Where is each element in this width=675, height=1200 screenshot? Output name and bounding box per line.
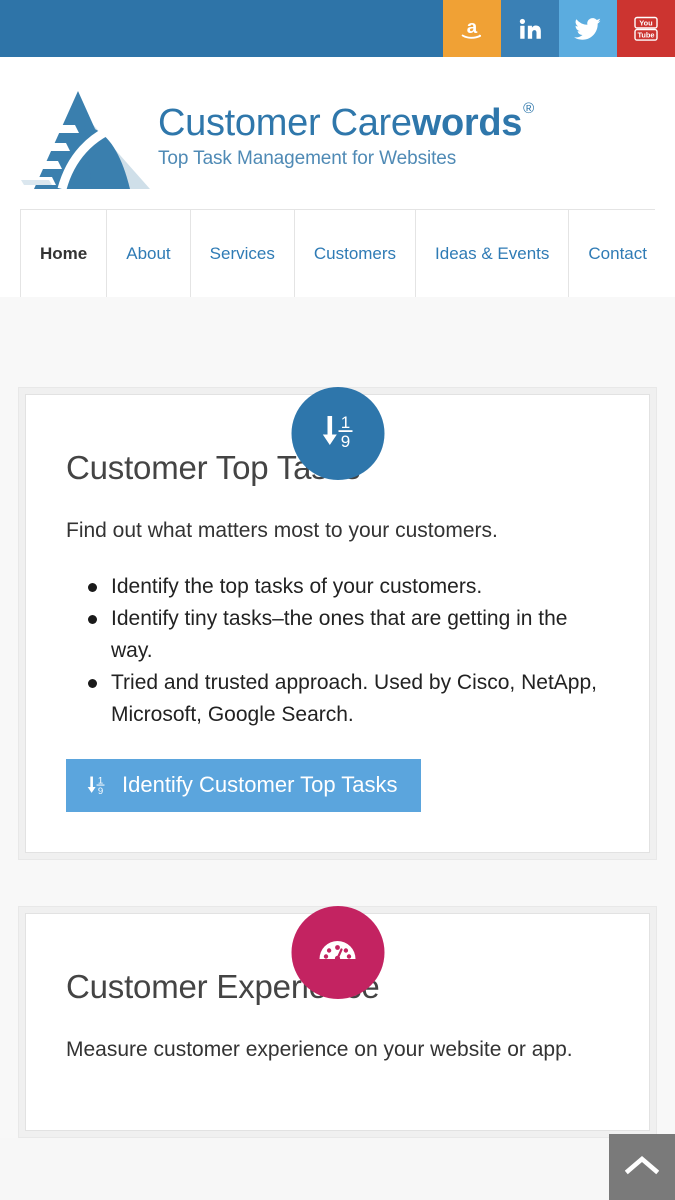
svg-text:1: 1 — [341, 413, 350, 432]
logo-mark-icon[interactable] — [18, 85, 150, 191]
nav-item-about[interactable]: About — [107, 210, 191, 297]
card-lede-top-tasks: Find out what matters most to your custo… — [66, 519, 498, 542]
page-content: 1 9 Customer Top Tasks Find out what mat… — [0, 297, 675, 1139]
site-header: Customer Carewords® Top Task Management … — [0, 57, 675, 209]
registered-mark: ® — [523, 100, 534, 118]
social-link-twitter[interactable] — [559, 0, 617, 57]
section-badge-top-tasks: 1 9 — [291, 387, 384, 480]
youtube-icon: You Tube — [631, 15, 661, 43]
social-link-linkedin[interactable] — [501, 0, 559, 57]
section-customer-experience: Customer Experience Measure customer exp… — [0, 905, 675, 1139]
card-lede-customer-experience: Measure customer experience on your webs… — [66, 1037, 573, 1061]
scroll-to-top-button[interactable] — [609, 1134, 675, 1200]
chevron-up-icon — [624, 1154, 660, 1181]
list-item: Identify the top tasks of your customers… — [66, 571, 609, 603]
card-bullet-list-top-tasks: Identify the top tasks of your customers… — [66, 571, 609, 731]
svg-text:9: 9 — [341, 432, 350, 451]
logo-title: Customer Carewords® — [158, 100, 534, 144]
nav-item-home[interactable]: Home — [20, 210, 108, 297]
twitter-icon — [574, 15, 602, 43]
svg-text:You: You — [639, 18, 653, 27]
identify-customer-top-tasks-button[interactable]: 1 9 Identify Customer Top Tasks — [66, 758, 421, 812]
nav-item-services[interactable]: Services — [191, 210, 295, 297]
logo-title-light: Customer Care — [158, 102, 412, 144]
svg-text:9: 9 — [98, 786, 103, 797]
nav-list: Home About Services Customers Ideas & Ev… — [20, 209, 655, 297]
list-item: Tried and trusted approach. Used by Cisc… — [66, 667, 609, 731]
section-customer-top-tasks: 1 9 Customer Top Tasks Find out what mat… — [0, 387, 675, 860]
cta-label: Identify Customer Top Tasks — [122, 771, 398, 797]
logo-title-bold: words — [411, 102, 523, 144]
nav-item-contact[interactable]: Contact — [569, 210, 666, 297]
list-item: Identify tiny tasks–the ones that are ge… — [66, 603, 609, 667]
logo-tagline: Top Task Management for Websites — [158, 148, 457, 170]
nav-item-customers[interactable]: Customers — [295, 210, 417, 297]
social-link-amazon[interactable]: a — [443, 0, 501, 57]
sort-numeric-down-icon: 1 9 — [315, 408, 361, 459]
logo-wordmark[interactable]: Customer Carewords® Top Task Management … — [150, 83, 534, 170]
nav-item-ideas-events[interactable]: Ideas & Events — [416, 210, 570, 297]
linkedin-icon — [517, 16, 543, 42]
main-navigation: Home About Services Customers Ideas & Ev… — [0, 209, 675, 297]
social-link-youtube[interactable]: You Tube — [617, 0, 675, 57]
svg-text:a: a — [467, 15, 478, 36]
tachometer-icon — [315, 927, 361, 978]
svg-text:Tube: Tube — [637, 30, 654, 39]
amazon-icon: a — [457, 14, 487, 44]
sort-numeric-down-icon: 1 9 — [83, 770, 109, 800]
social-topbar: a You Tube — [0, 0, 675, 57]
section-badge-customer-experience — [291, 905, 384, 999]
